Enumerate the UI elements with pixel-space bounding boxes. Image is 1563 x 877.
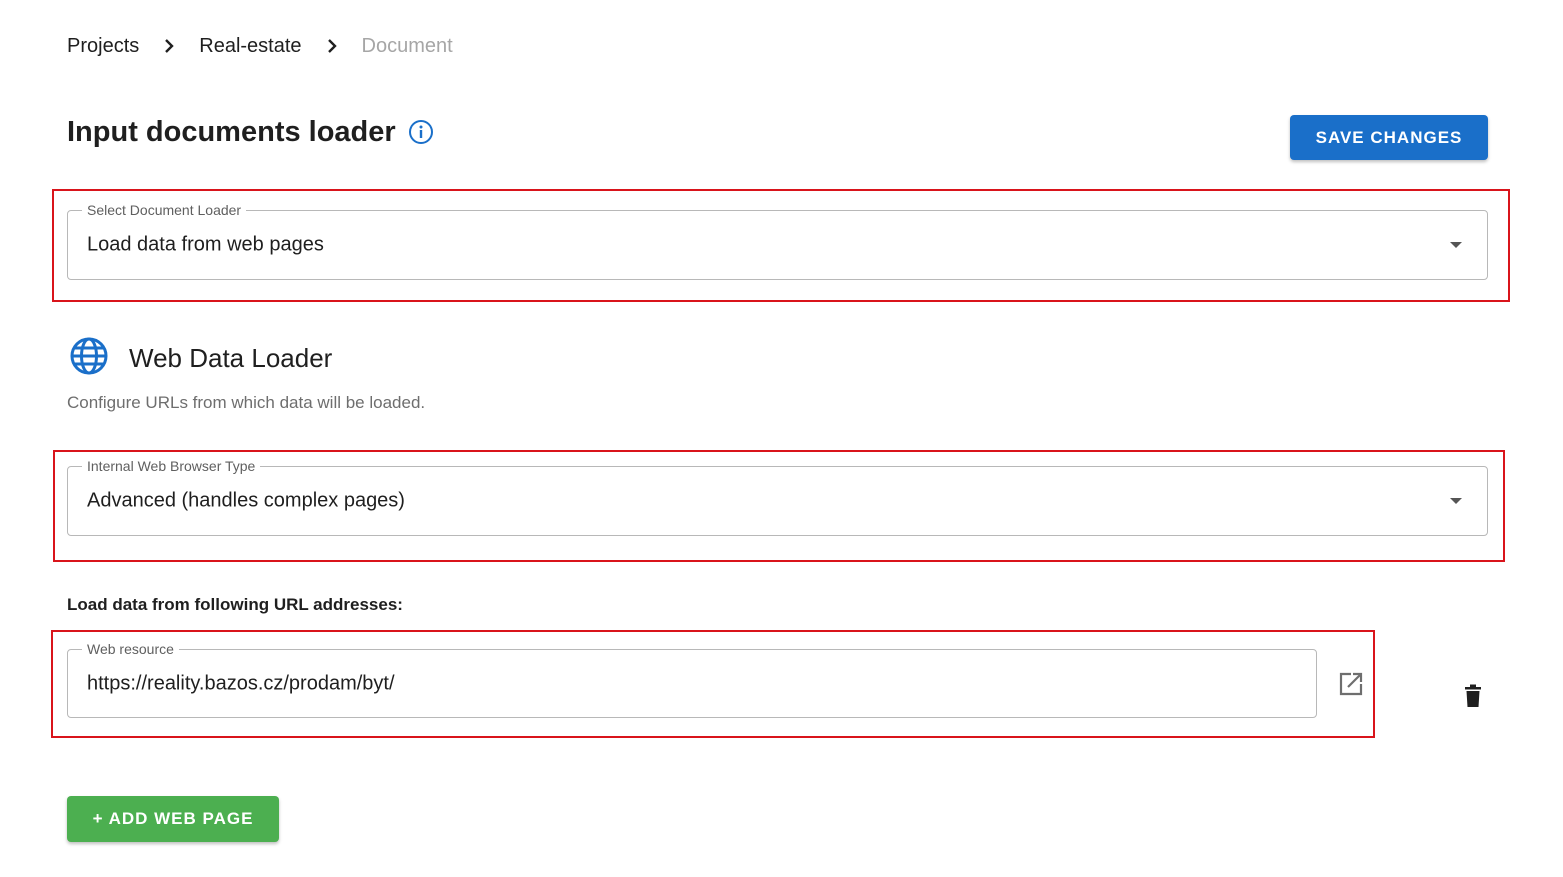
info-circle-icon[interactable] bbox=[408, 119, 434, 145]
chevron-right-icon bbox=[139, 35, 199, 58]
breadcrumb: Projects Real-estate Document bbox=[67, 33, 453, 59]
web-data-loader-header: Web Data Loader bbox=[69, 337, 333, 377]
trash-icon[interactable] bbox=[1463, 684, 1483, 708]
document-loader-select-value: Load data from web pages bbox=[87, 233, 324, 256]
web-resource-input[interactable]: Web resource https://reality.bazos.cz/pr… bbox=[67, 641, 1317, 718]
breadcrumb-item-document: Document bbox=[361, 34, 453, 57]
document-loader-page: Projects Real-estate Document Input docu… bbox=[0, 0, 1563, 877]
document-loader-select[interactable]: Select Document Loader Load data from we… bbox=[67, 202, 1488, 280]
globe-icon bbox=[69, 336, 109, 381]
breadcrumb-item-real-estate[interactable]: Real-estate bbox=[199, 35, 301, 58]
title-row: Input documents loader bbox=[67, 113, 434, 151]
save-changes-button[interactable]: SAVE CHANGES bbox=[1290, 115, 1488, 160]
web-resource-label: Web resource bbox=[82, 641, 179, 657]
web-resource-value[interactable]: https://reality.bazos.cz/prodam/byt/ bbox=[87, 672, 395, 695]
document-loader-select-label: Select Document Loader bbox=[82, 202, 247, 218]
browser-type-select-value: Advanced (handles complex pages) bbox=[87, 489, 405, 512]
url-list-heading: Load data from following URL addresses: bbox=[67, 595, 403, 614]
browser-type-select[interactable]: Internal Web Browser Type Advanced (hand… bbox=[67, 458, 1488, 536]
chevron-right-icon bbox=[302, 35, 362, 58]
dropdown-arrow-icon[interactable] bbox=[1449, 241, 1463, 249]
breadcrumb-item-projects[interactable]: Projects bbox=[67, 35, 139, 58]
browser-type-select-label: Internal Web Browser Type bbox=[82, 458, 261, 474]
open-in-new-icon[interactable] bbox=[1338, 671, 1364, 697]
dropdown-arrow-icon[interactable] bbox=[1449, 497, 1463, 505]
add-web-page-button[interactable]: + ADD WEB PAGE bbox=[67, 796, 279, 842]
web-data-loader-title: Web Data Loader bbox=[129, 342, 333, 373]
page-title: Input documents loader bbox=[67, 115, 396, 148]
web-data-loader-description: Configure URLs from which data will be l… bbox=[67, 393, 426, 412]
